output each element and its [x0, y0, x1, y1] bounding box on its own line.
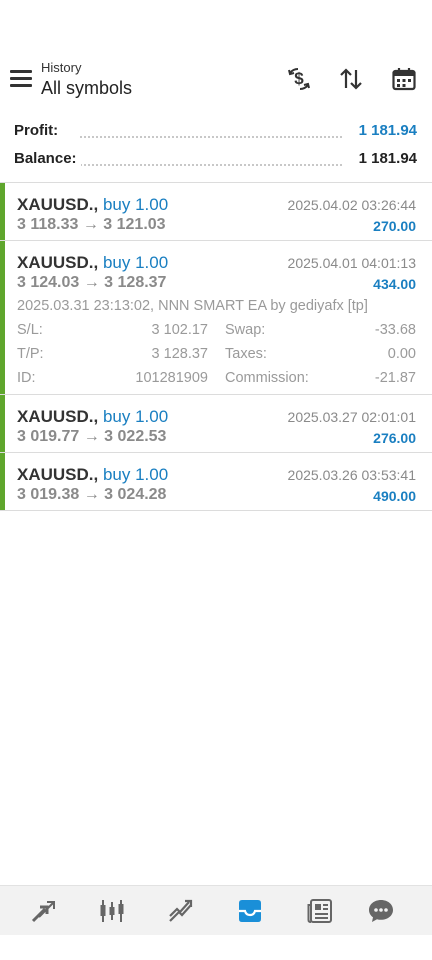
divider	[0, 510, 432, 511]
leader-dots	[80, 136, 342, 138]
trade-time: 2025.03.26 03:53:41	[287, 467, 416, 483]
tp-label: T/P:	[17, 346, 44, 362]
bottom-nav	[0, 885, 432, 935]
id-label: ID:	[17, 370, 36, 386]
messages-icon[interactable]	[366, 896, 396, 926]
trade-symbol: XAUUSD., buy 1.00	[17, 195, 169, 214]
commission-value: -21.87	[374, 370, 416, 386]
symbol-filter[interactable]: All symbols	[41, 78, 132, 99]
buy-indicator	[0, 183, 5, 240]
balance-row: Balance: 1 181.94	[0, 148, 432, 172]
buy-indicator	[0, 453, 5, 510]
profit-value: 1 181.94	[358, 122, 417, 139]
trade-icon[interactable]	[166, 896, 196, 926]
buy-indicator	[0, 241, 5, 394]
trade-prices: 3 124.03 → 3 128.37	[17, 274, 167, 291]
sl-label: S/L:	[17, 322, 43, 338]
trade-row[interactable]: XAUUSD., buy 1.00 3 118.33 → 3 121.03 20…	[0, 183, 432, 240]
quotes-icon[interactable]	[28, 896, 58, 926]
taxes-label: Taxes:	[225, 346, 267, 362]
swap-value: -33.68	[374, 322, 416, 338]
trade-row[interactable]: XAUUSD., buy 1.00 3 019.77 → 3 022.53 20…	[0, 395, 432, 452]
trade-symbol: XAUUSD., buy 1.00	[17, 465, 169, 484]
leader-dots	[80, 164, 342, 166]
trade-time: 2025.04.02 03:26:44	[287, 197, 416, 213]
trade-symbol: XAUUSD., buy 1.00	[17, 407, 169, 426]
trade-prices: 3 019.77 → 3 022.53	[17, 428, 167, 445]
balance-label: Balance:	[14, 150, 81, 167]
trade-time: 2025.04.01 04:01:13	[287, 255, 416, 271]
header-subtitle: History	[41, 60, 82, 75]
sort-icon[interactable]	[336, 64, 366, 94]
profit-row: Profit: 1 181.94	[0, 120, 432, 144]
trade-row-expanded[interactable]: XAUUSD., buy 1.00 3 124.03 → 3 128.37 20…	[0, 241, 432, 394]
trade-side: buy 1.00	[102, 253, 169, 272]
svg-text:$: $	[294, 69, 304, 88]
menu-icon[interactable]	[10, 70, 32, 88]
trade-profit: 270.00	[373, 218, 416, 234]
deposit-icon[interactable]: $	[284, 64, 314, 94]
sl-value: 3 102.17	[151, 322, 208, 338]
trade-side: buy 1.00	[102, 407, 169, 426]
chart-icon[interactable]	[97, 896, 127, 926]
balance-value: 1 181.94	[358, 150, 417, 167]
trade-symbol: XAUUSD., buy 1.00	[17, 253, 169, 272]
trade-side: buy 1.00	[102, 465, 169, 484]
commission-label: Commission:	[225, 370, 309, 386]
id-value: 101281909	[135, 370, 208, 386]
tp-value: 3 128.37	[151, 346, 208, 362]
calendar-icon[interactable]	[389, 64, 419, 94]
trade-profit: 276.00	[373, 430, 416, 446]
taxes-value: 0.00	[387, 346, 416, 362]
history-icon[interactable]	[235, 896, 265, 926]
profit-label: Profit:	[14, 122, 63, 139]
header: History All symbols $	[0, 52, 432, 108]
trade-profit: 490.00	[373, 488, 416, 504]
trade-row[interactable]: XAUUSD., buy 1.00 3 019.38 → 3 024.28 20…	[0, 453, 432, 510]
trade-prices: 3 118.33 → 3 121.03	[17, 216, 166, 233]
buy-indicator	[0, 395, 5, 452]
trade-side: buy 1.00	[102, 195, 169, 214]
trade-time: 2025.03.27 02:01:01	[287, 409, 416, 425]
news-icon[interactable]	[305, 896, 335, 926]
trade-open-info: 2025.03.31 23:13:02, NNN SMART EA by ged…	[17, 298, 368, 314]
trade-prices: 3 019.38 → 3 024.28	[17, 486, 167, 503]
swap-label: Swap:	[225, 322, 266, 338]
trade-profit: 434.00	[373, 276, 416, 292]
